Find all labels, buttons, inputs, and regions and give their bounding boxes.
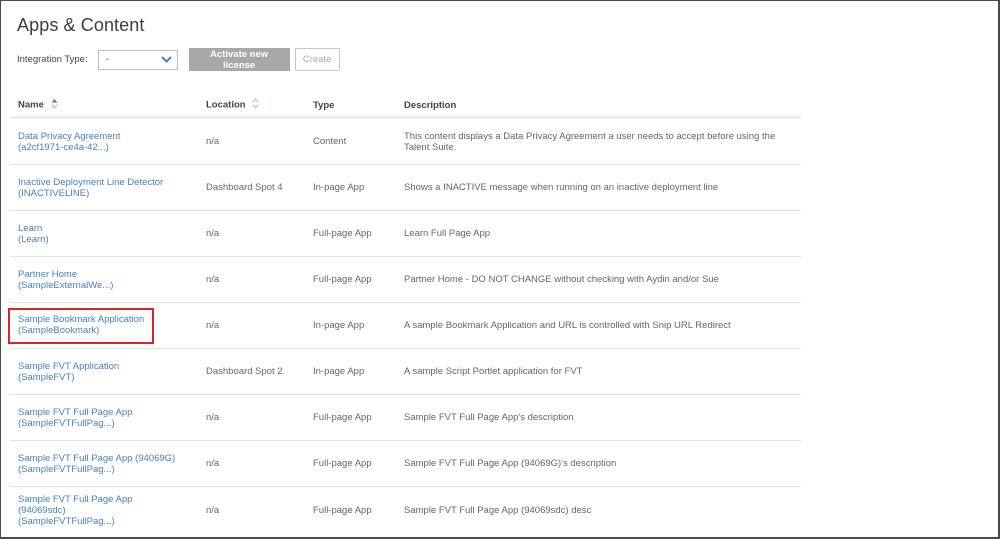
activate-new-license-button[interactable]: Activate new license: [188, 48, 290, 71]
app-name-link[interactable]: Sample FVT Full Page App (SampleFVTFullPa…: [18, 407, 132, 429]
app-name: Data Privacy Agreement: [18, 130, 121, 142]
app-name: Learn: [18, 222, 43, 234]
column-header-location[interactable]: Location: [198, 94, 305, 119]
app-type: In-page App: [305, 348, 396, 395]
app-location: n/a: [198, 394, 305, 441]
app-name-link[interactable]: Sample FVT Full Page App (94069sdc) (Samp…: [18, 494, 143, 527]
app-type: Full-page App: [305, 210, 396, 257]
table-row: Partner Home (SampleExternalWe...) n/a Fu…: [10, 256, 801, 303]
sort-icon[interactable]: [252, 98, 259, 112]
column-header-description: Description: [396, 94, 801, 119]
column-header-location-label: Location: [206, 99, 246, 111]
app-description: A sample Script Portlet application for …: [396, 348, 801, 395]
app-name-link[interactable]: Learn (Learn): [18, 223, 49, 245]
app-name: Sample Bookmark Application: [18, 313, 145, 325]
app-id: (SampleFVTFullPag...): [18, 417, 115, 429]
app-type: In-page App: [305, 302, 396, 349]
apps-table: Name Location Type Description Data Priv…: [7, 94, 801, 534]
app-id: (SampleFVT): [18, 371, 75, 383]
filter-bar: Integration Type: - Activate new license…: [17, 48, 340, 71]
table-row: Sample FVT Application (SampleFVT) Dashbo…: [10, 348, 801, 395]
app-location: n/a: [206, 504, 220, 516]
app-location: n/a: [198, 117, 305, 165]
app-name: Sample FVT Full Page App (94069G): [18, 452, 176, 464]
page-title: Apps & Content: [17, 15, 145, 35]
sort-ascending-icon[interactable]: [50, 98, 58, 112]
app-location: Dashboard Spot 4: [198, 164, 305, 211]
table-row: Sample FVT Full Page App (94069sdc) (Samp…: [10, 487, 801, 534]
app-id: (SampleFVTFullPag...): [18, 515, 115, 527]
app-description: Sample FVT Full Page App (94069G)'s desc…: [396, 440, 801, 487]
app-type: Full-page App: [305, 440, 396, 487]
app-type: Full-page App: [305, 256, 396, 303]
table-row-highlighted: Sample Bookmark Application (SampleBookma…: [7, 302, 801, 349]
app-description: This content displays a Data Privacy Agr…: [396, 117, 801, 165]
app-name: Partner Home: [18, 268, 78, 280]
table-row: Sample FVT Full Page App (SampleFVTFullPa…: [10, 394, 801, 441]
column-header-type: Type: [305, 94, 396, 119]
integration-type-label: Integration Type:: [17, 54, 88, 65]
app-location: n/a: [198, 440, 305, 487]
app-id: (SampleBookmark): [18, 324, 100, 336]
table-row: Data Privacy Agreement (a2cf1971-ce4a-42.…: [10, 117, 801, 165]
app-description: Learn Full Page App: [396, 210, 801, 257]
app-name: Sample FVT Full Page App (94069sdc): [18, 493, 133, 516]
app-name-link[interactable]: Sample FVT Full Page App (94069G) (Sample…: [18, 453, 175, 475]
app-type: Full-page App: [305, 394, 396, 441]
integration-type-select[interactable]: -: [97, 49, 178, 70]
app-name-link[interactable]: Partner Home (SampleExternalWe...): [18, 269, 113, 291]
app-name: Sample FVT Full Page App: [18, 406, 133, 418]
app-id: (INACTIVELINE): [18, 187, 90, 199]
create-button[interactable]: Create: [294, 48, 340, 71]
app-location: Dashboard Spot 2: [198, 348, 305, 395]
integration-type-value: -: [105, 54, 109, 65]
app-location: n/a: [198, 256, 305, 303]
app-name: Sample FVT Application: [18, 360, 120, 372]
app-name-link-highlighted[interactable]: Sample Bookmark Application (SampleBookma…: [7, 307, 155, 344]
app-id: (Learn): [18, 233, 49, 245]
app-name: Inactive Deployment Line Detector: [18, 176, 164, 188]
app-description: Sample FVT Full Page App (94069sdc) desc: [404, 504, 592, 516]
app-description: Partner Home - DO NOT CHANGE without che…: [396, 256, 801, 303]
app-name-link[interactable]: Sample FVT Application (SampleFVT): [18, 361, 119, 383]
chevron-down-icon: [160, 56, 172, 63]
app-id: (a2cf1971-ce4a-42...): [18, 141, 109, 153]
app-type: In-page App: [305, 164, 396, 211]
app-id: (SampleExternalWe...): [18, 279, 114, 291]
column-header-name[interactable]: Name: [10, 94, 198, 119]
app-description: A sample Bookmark Application and URL is…: [396, 302, 801, 349]
app-description: Sample FVT Full Page App's description: [396, 394, 801, 441]
app-description: Shows a INACTIVE message when running on…: [396, 164, 801, 211]
app-location: n/a: [198, 302, 305, 349]
app-type: Full-page App: [313, 504, 372, 516]
app-type: Content: [305, 117, 396, 165]
table-header-row: Name Location Type Description: [10, 94, 801, 119]
column-header-name-label: Name: [18, 99, 44, 111]
app-name-link[interactable]: Inactive Deployment Line Detector (INACTI…: [18, 177, 163, 199]
app-location: n/a: [198, 210, 305, 257]
table-row: Learn (Learn) n/a Full-page App Learn Ful…: [10, 210, 801, 257]
table-row: Inactive Deployment Line Detector (INACTI…: [10, 164, 801, 211]
app-name-link[interactable]: Data Privacy Agreement (a2cf1971-ce4a-42.…: [18, 131, 120, 153]
table-row: Sample FVT Full Page App (94069G) (Sample…: [10, 440, 801, 487]
app-id: (SampleFVTFullPag...): [18, 463, 115, 475]
